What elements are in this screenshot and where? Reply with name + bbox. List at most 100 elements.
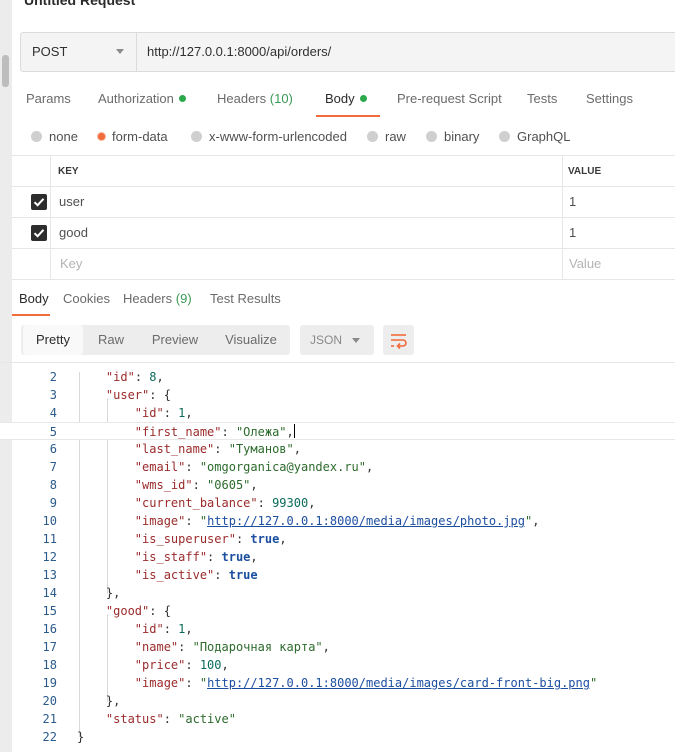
code-line[interactable]: 5 "first_name": "Олежа", — [0, 422, 675, 440]
code-line[interactable]: 17 "name": "Подарочная карта", — [0, 638, 675, 656]
tab-tests[interactable]: Tests — [527, 91, 557, 106]
request-title[interactable]: Untitled Request — [24, 0, 135, 8]
code-text: "id": 1, — [134, 406, 193, 420]
method-select[interactable]: POST — [20, 32, 137, 72]
radio-circle-icon — [31, 131, 42, 142]
table-cell-value[interactable]: 1 — [569, 194, 576, 209]
code-line[interactable]: 3 "user": { — [0, 386, 675, 404]
format-label: JSON — [310, 333, 343, 347]
tab-headers[interactable]: Headers (10) — [217, 91, 293, 106]
code-line[interactable]: 22} — [0, 728, 675, 746]
table-col-divider — [562, 155, 563, 279]
column-header-value: VALUE — [568, 166, 602, 177]
format-select[interactable]: JSON — [300, 325, 374, 355]
scrollbar-thumb[interactable] — [2, 55, 9, 87]
table-cell-value[interactable]: 1 — [569, 225, 576, 240]
method-label: POST — [32, 44, 68, 59]
code-line[interactable]: 14 }, — [0, 584, 675, 602]
table-divider — [12, 186, 675, 187]
code-line[interactable]: 13 "is_active": true — [0, 566, 675, 584]
code-text: "first_name": "Олежа", — [134, 424, 295, 439]
line-number: 18 — [42, 658, 57, 672]
table-border-top — [12, 155, 675, 156]
code-line[interactable]: 19 "image": "http://127.0.0.1:8000/media… — [0, 674, 675, 692]
code-line[interactable]: 8 "wms_id": "0605", — [0, 476, 675, 494]
radio-binary[interactable]: binary — [426, 129, 479, 144]
wrap-lines-icon — [391, 334, 407, 350]
line-number: 11 — [42, 532, 57, 546]
code-text: "price": 100, — [134, 658, 229, 672]
table-cell-key[interactable]: user — [59, 194, 84, 209]
preview-button[interactable]: Preview — [140, 325, 210, 355]
active-response-tab-indicator — [12, 314, 50, 316]
radio-graphql[interactable]: GraphQL — [499, 129, 570, 144]
line-number: 19 — [42, 676, 57, 690]
code-line[interactable]: 15 "good": { — [0, 602, 675, 620]
line-number: 4 — [49, 406, 57, 420]
tab-params[interactable]: Params — [26, 91, 71, 106]
code-line[interactable]: 16 "id": 1, — [0, 620, 675, 638]
code-line[interactable]: 11 "is_superuser": true, — [0, 530, 675, 548]
radio-x-www-form-urlencoded[interactable]: x-www-form-urlencoded — [191, 129, 347, 144]
code-text: "is_superuser": true, — [134, 532, 287, 546]
code-line[interactable]: 21 "status": "active" — [0, 710, 675, 728]
code-top-divider — [0, 362, 675, 363]
code-line[interactable]: 2 "id": 8, — [0, 368, 675, 386]
check-icon — [33, 198, 45, 207]
tab-response-test-results[interactable]: Test Results — [210, 291, 281, 306]
radio-circle-icon — [499, 131, 510, 142]
table-divider — [12, 217, 675, 218]
table-divider — [12, 248, 675, 249]
code-line[interactable]: 7 "email": "omgorganica@yandex.ru", — [0, 458, 675, 476]
code-line[interactable]: 20 }, — [0, 692, 675, 710]
code-text: "id": 1, — [134, 622, 193, 636]
radio-circle-icon — [367, 131, 378, 142]
tab-settings[interactable]: Settings — [586, 91, 633, 106]
tab-response-cookies[interactable]: Cookies — [63, 291, 110, 306]
code-line[interactable]: 9 "current_balance": 99300, — [0, 494, 675, 512]
line-number: 9 — [49, 496, 57, 510]
code-text: "name": "Подарочная карта", — [134, 640, 330, 654]
code-line[interactable]: 12 "is_staff": true, — [0, 548, 675, 566]
code-line[interactable]: 18 "price": 100, — [0, 656, 675, 674]
line-number: 21 — [42, 712, 57, 726]
code-line[interactable]: 6 "last_name": "Туманов", — [0, 440, 675, 458]
active-tab-indicator — [316, 115, 380, 117]
key-input-placeholder[interactable]: Key — [60, 256, 82, 271]
line-number: 16 — [42, 622, 57, 636]
radio-raw[interactable]: raw — [367, 129, 406, 144]
radio-circle-icon — [426, 131, 437, 142]
line-number: 2 — [49, 370, 57, 384]
line-number: 12 — [42, 550, 57, 564]
line-number: 6 — [49, 442, 57, 456]
code-line[interactable]: 10 "image": "http://127.0.0.1:8000/media… — [0, 512, 675, 530]
line-number: 3 — [49, 388, 57, 402]
code-text: }, — [77, 586, 121, 600]
tab-pre-request-script[interactable]: Pre-request Script — [397, 91, 502, 106]
table-cell-key[interactable]: good — [59, 225, 88, 240]
tab-response-headers[interactable]: Headers (9) — [123, 291, 192, 306]
row-checkbox[interactable] — [31, 194, 47, 210]
table-border-bottom — [12, 279, 675, 280]
raw-button[interactable]: Raw — [88, 325, 134, 355]
line-number: 22 — [42, 730, 57, 744]
radio-form-data[interactable]: form-data — [98, 129, 168, 144]
tab-response-body[interactable]: Body — [19, 291, 49, 306]
row-checkbox[interactable] — [31, 225, 47, 241]
pretty-button[interactable]: Pretty — [23, 325, 83, 355]
line-number: 5 — [49, 425, 57, 439]
radio-none[interactable]: none — [31, 129, 78, 144]
value-input-placeholder[interactable]: Value — [569, 256, 601, 271]
wrap-lines-button[interactable] — [383, 325, 414, 355]
line-number: 7 — [49, 460, 57, 474]
tab-authorization[interactable]: Authorization — [98, 91, 186, 106]
line-number: 13 — [42, 568, 57, 582]
chevron-down-icon — [116, 49, 124, 54]
url-input[interactable]: http://127.0.0.1:8000/api/orders/ — [147, 44, 331, 59]
code-text: "image": "http://127.0.0.1:8000/media/im… — [134, 514, 540, 528]
visualize-button[interactable]: Visualize — [215, 325, 287, 355]
code-line[interactable]: 4 "id": 1, — [0, 404, 675, 422]
code-text: "current_balance": 99300, — [134, 496, 316, 510]
line-number: 14 — [42, 586, 57, 600]
tab-body[interactable]: Body — [325, 91, 367, 106]
